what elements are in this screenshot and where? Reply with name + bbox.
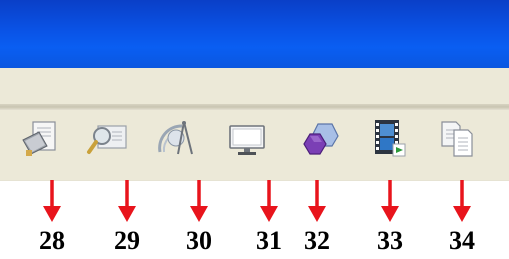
book-document-icon xyxy=(22,121,56,156)
toolbar-button-34[interactable] xyxy=(434,116,480,162)
callout-number-31: 31 xyxy=(256,226,282,255)
callout-number-30: 30 xyxy=(186,226,212,255)
callout-arrow-30 xyxy=(189,180,209,222)
film-strip-icon xyxy=(375,120,406,157)
toolbar-button-33[interactable] xyxy=(365,116,411,162)
callout-arrow-32 xyxy=(307,180,327,222)
toolbar-button-30[interactable] xyxy=(154,116,200,162)
toolbar-button-31[interactable] xyxy=(224,116,270,162)
menu-bar xyxy=(0,68,509,104)
callout-arrow-28 xyxy=(42,180,62,222)
toolbar-button-32[interactable] xyxy=(296,116,342,162)
callout-number-33: 33 xyxy=(377,226,403,255)
callout-number-34: 34 xyxy=(449,226,475,255)
toolbar xyxy=(0,110,509,181)
window-title-bar xyxy=(0,0,509,68)
callout-number-32: 32 xyxy=(304,226,330,255)
toolbar-button-28[interactable] xyxy=(17,116,63,162)
copy-documents-icon xyxy=(441,121,473,157)
callout-arrow-31 xyxy=(259,180,279,222)
monitor-icon xyxy=(229,125,265,155)
callout-number-29: 29 xyxy=(114,226,140,255)
callout-number-28: 28 xyxy=(39,226,65,255)
callout-arrow-33 xyxy=(380,180,400,222)
drafting-compass-icon xyxy=(158,121,193,155)
search-document-icon xyxy=(87,125,127,154)
toolbar-button-29[interactable] xyxy=(84,116,130,162)
shapes-icon xyxy=(303,123,339,155)
callout-arrow-29 xyxy=(117,180,137,222)
callout-arrow-34 xyxy=(452,180,472,222)
